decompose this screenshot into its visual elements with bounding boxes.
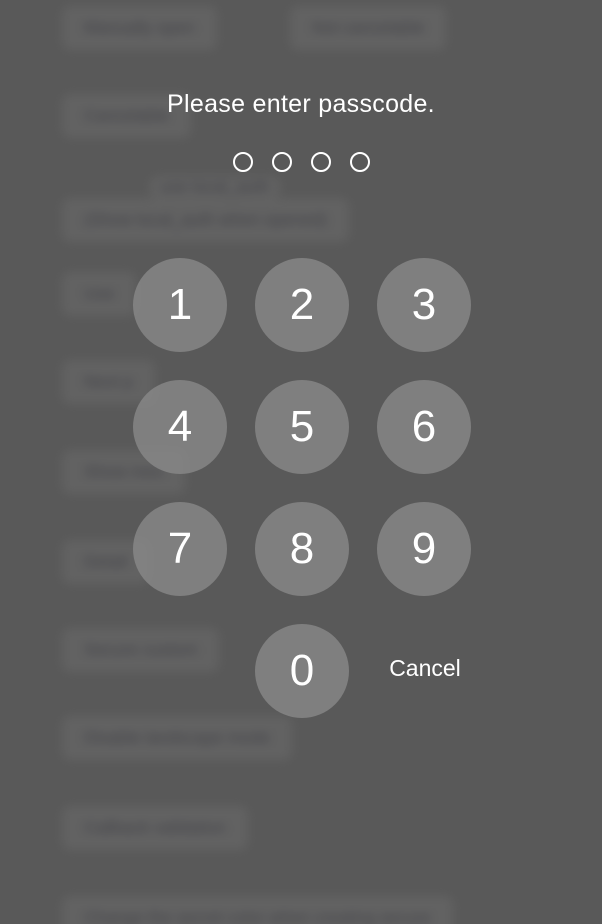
key-5-button[interactable]: 5	[255, 380, 349, 474]
key-2-button[interactable]: 2	[255, 258, 349, 352]
key-1-button[interactable]: 1	[133, 258, 227, 352]
passcode-screen: Manually open Not cancelable Cancelable …	[0, 0, 602, 924]
key-8-button[interactable]: 8	[255, 502, 349, 596]
passcode-dot	[272, 152, 292, 172]
passcode-dots	[233, 152, 373, 174]
key-6-button[interactable]: 6	[377, 380, 471, 474]
passcode-overlay: Please enter passcode. 1 2 3 4 5 6 7 8 9…	[0, 0, 602, 924]
key-9-button[interactable]: 9	[377, 502, 471, 596]
key-4-button[interactable]: 4	[133, 380, 227, 474]
passcode-dot	[233, 152, 253, 172]
key-7-button[interactable]: 7	[133, 502, 227, 596]
cancel-button[interactable]: Cancel	[378, 655, 472, 682]
key-0-button[interactable]: 0	[255, 624, 349, 718]
passcode-prompt: Please enter passcode.	[167, 90, 435, 118]
passcode-dot	[311, 152, 331, 172]
key-3-button[interactable]: 3	[377, 258, 471, 352]
passcode-dot	[350, 152, 370, 172]
